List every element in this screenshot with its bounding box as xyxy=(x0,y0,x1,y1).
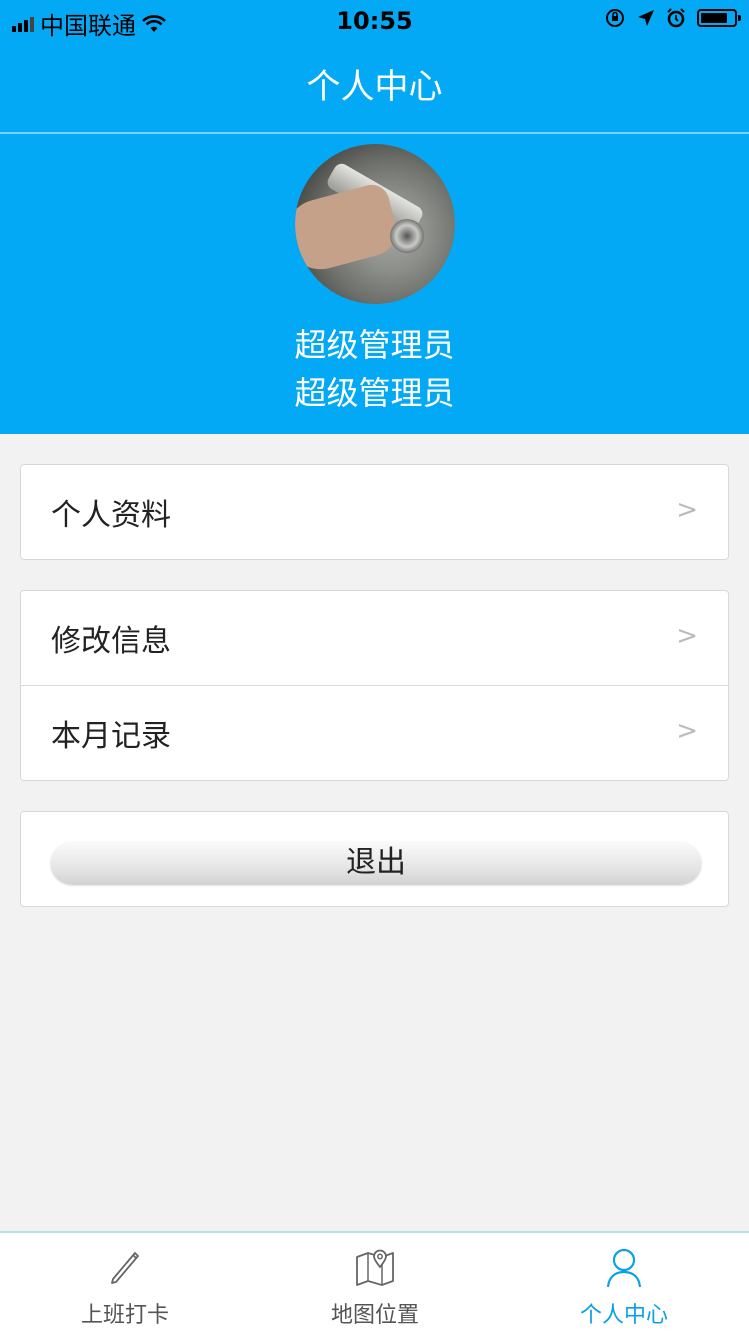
tab-bar: 上班打卡 地图位置 个人中心 xyxy=(0,1231,749,1335)
page-title: 个人中心 xyxy=(306,67,443,107)
tab-label: 个人中心 xyxy=(579,1303,668,1328)
status-bar: 中国联通 10:55 xyxy=(0,0,749,42)
menu-item-label: 个人资料 xyxy=(51,498,171,533)
map-icon xyxy=(356,1249,394,1286)
battery-icon xyxy=(697,9,741,27)
alarm-icon xyxy=(667,8,685,28)
pencil-icon xyxy=(111,1252,139,1284)
menu-group-settings: 修改信息 > 本月记录 > xyxy=(20,590,729,781)
location-icon xyxy=(638,10,654,26)
menu-item-monthly-records[interactable]: 本月记录 > xyxy=(21,685,728,780)
person-icon xyxy=(606,1248,642,1288)
tab-personal-center[interactable]: 个人中心 xyxy=(499,1233,749,1335)
menu-group-profile: 个人资料 > xyxy=(20,464,729,560)
profile-name: 超级管理员 xyxy=(294,326,455,364)
nav-bar: 个人中心 xyxy=(0,42,749,134)
tab-check-in[interactable]: 上班打卡 xyxy=(0,1233,250,1335)
logout-card: 退出 xyxy=(20,811,729,907)
menu-item-label: 修改信息 xyxy=(51,624,171,659)
profile-role: 超级管理员 xyxy=(294,374,455,412)
avatar[interactable] xyxy=(295,144,455,304)
status-right xyxy=(605,8,741,28)
chevron-right-icon: > xyxy=(676,716,698,746)
tab-label: 上班打卡 xyxy=(80,1303,169,1328)
chevron-right-icon: > xyxy=(676,495,698,525)
profile-header: 超级管理员 超级管理员 xyxy=(0,134,749,434)
orientation-lock-icon xyxy=(606,9,624,27)
tab-map-location[interactable]: 地图位置 xyxy=(250,1233,500,1335)
chevron-right-icon: > xyxy=(676,621,698,651)
menu-item-label: 本月记录 xyxy=(51,719,171,754)
menu-item-edit-info[interactable]: 修改信息 > xyxy=(21,591,728,685)
menu-item-personal-info[interactable]: 个人资料 > xyxy=(21,465,728,559)
logout-button[interactable]: 退出 xyxy=(51,842,701,884)
tab-label: 地图位置 xyxy=(330,1303,419,1328)
